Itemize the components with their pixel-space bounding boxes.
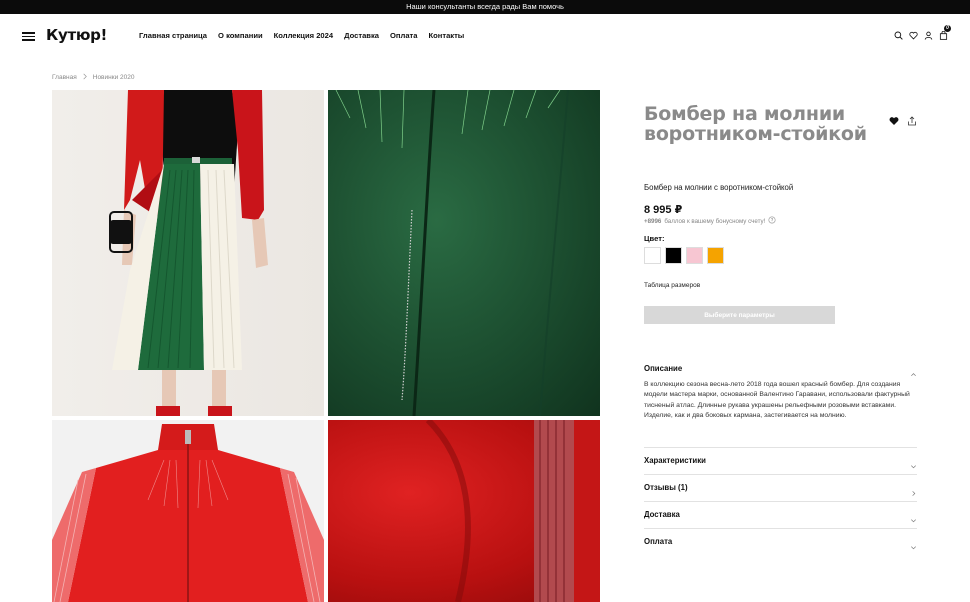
color-swatch-black[interactable] (665, 247, 682, 264)
accordion-payment[interactable]: Оплата (644, 533, 917, 549)
select-params-button[interactable]: Выберите параметры (644, 306, 835, 324)
color-swatch-white[interactable] (644, 247, 661, 264)
accordion-characteristics[interactable]: Характеристики (644, 452, 917, 468)
product-actions (889, 113, 917, 126)
cart-count-badge: 0 (944, 25, 951, 32)
color-label: Цвет: (644, 234, 665, 243)
chevron-up-icon (910, 365, 917, 376)
main-nav: Главная страница О компании Коллекция 20… (139, 31, 464, 40)
heart-icon[interactable] (909, 31, 918, 40)
accordion-payment-label: Оплата (644, 536, 673, 546)
accordion-reviews-label: Отзывы (1) (644, 482, 688, 492)
breadcrumb: Главная Новинки 2020 (52, 73, 134, 82)
color-swatch-pink[interactable] (686, 247, 703, 264)
chevron-right-icon (82, 73, 88, 82)
divider (644, 474, 917, 475)
breadcrumb-home[interactable]: Главная (52, 74, 77, 81)
accordion-characteristics-label: Характеристики (644, 455, 706, 465)
divider (644, 528, 917, 529)
share-icon[interactable] (907, 113, 917, 126)
product-photo-green-detail[interactable] (328, 90, 600, 416)
menu-icon[interactable] (22, 32, 35, 41)
product-photo-jacket[interactable] (52, 420, 324, 602)
nav-home[interactable]: Главная страница (139, 31, 207, 40)
site-logo[interactable]: Кутюр! (46, 26, 107, 44)
header-icons: 0 (894, 25, 951, 40)
nav-contacts[interactable]: Контакты (428, 31, 464, 40)
chevron-down-icon (910, 457, 917, 468)
nav-about[interactable]: О компании (218, 31, 263, 40)
product-gallery (52, 90, 600, 602)
divider (644, 447, 917, 448)
nav-collection[interactable]: Коллекция 2024 (274, 31, 333, 40)
search-icon[interactable] (894, 31, 903, 40)
favorite-heart-icon[interactable] (889, 113, 899, 125)
bonus-amount: +8996 (644, 217, 662, 225)
user-icon[interactable] (924, 31, 933, 40)
product-subtitle: Бомбер на молнии с воротником-стойкой (644, 183, 794, 192)
color-swatches (644, 247, 724, 264)
site-header: Кутюр! Главная страница О компании Колле… (0, 14, 970, 58)
nav-payment[interactable]: Оплата (390, 31, 417, 40)
description-text: В коллекцию сезона весна-лето 2018 года … (644, 381, 910, 419)
divider (644, 501, 917, 502)
product-photo-model[interactable] (52, 90, 324, 416)
announcement-bar: Наши консультанты всегда рады Вам помочь (0, 0, 970, 14)
accordion-description-label: Описание (644, 363, 683, 373)
size-table-link[interactable]: Таблица размеров (644, 282, 700, 289)
bonus-text: баллов к вашему бонусному счету! (664, 217, 766, 225)
bonus-info: +8996 баллов к вашему бонусному счету! (644, 216, 776, 226)
accordion-delivery-label: Доставка (644, 509, 680, 519)
info-icon[interactable] (768, 216, 776, 226)
accordion-reviews[interactable]: Отзывы (1) (644, 479, 917, 496)
color-swatch-orange[interactable] (707, 247, 724, 264)
product-price: 8 995 ₽ (644, 204, 683, 216)
bag-icon[interactable]: 0 (939, 25, 951, 40)
accordion-delivery[interactable]: Доставка (644, 506, 917, 522)
chevron-down-icon (910, 511, 917, 522)
product-photo-red-detail[interactable] (328, 420, 600, 602)
chevron-down-icon (910, 538, 917, 549)
product-title: Бомбер на молнии воротником-стойкой (644, 103, 867, 145)
chevron-right-icon (910, 484, 917, 496)
nav-delivery[interactable]: Доставка (344, 31, 379, 40)
accordion-description[interactable]: Описание (644, 360, 917, 376)
breadcrumb-current[interactable]: Новинки 2020 (93, 74, 135, 81)
